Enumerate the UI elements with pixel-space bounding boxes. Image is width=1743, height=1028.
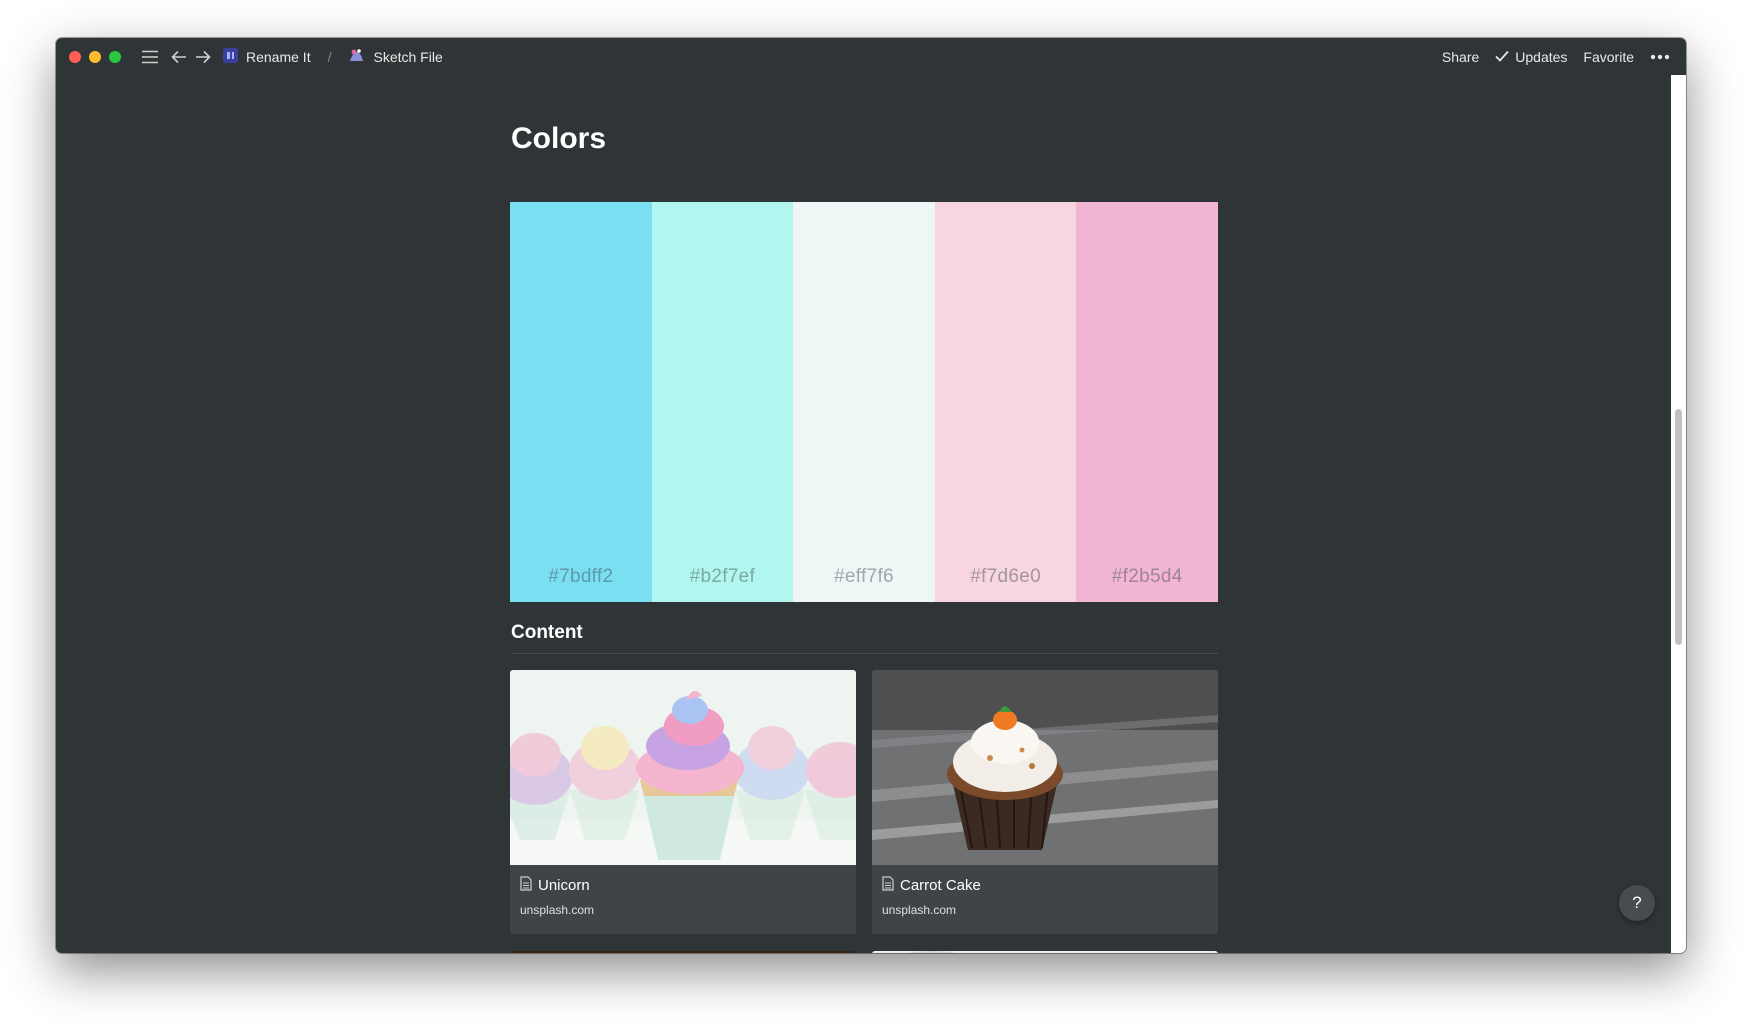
breadcrumb-label: Rename It — [246, 48, 311, 65]
favorite-button[interactable]: Favorite — [1583, 49, 1634, 65]
swatch-hex-label: #f2b5d4 — [1111, 566, 1183, 587]
share-button[interactable]: Share — [1442, 49, 1479, 65]
swatch-hex-label: #7bdff2 — [548, 566, 614, 587]
card-cover-image — [872, 951, 1218, 953]
card-title-label: Unicorn — [538, 877, 590, 894]
maximize-window-button[interactable] — [109, 50, 121, 63]
minimize-window-button[interactable] — [89, 50, 101, 63]
rename-it-app-icon — [223, 47, 238, 66]
vertical-scrollbar[interactable] — [1671, 75, 1686, 953]
window-controls — [69, 50, 121, 63]
color-swatch: #f7d6e0 — [934, 202, 1077, 602]
card-title-label: Carrot Cake — [900, 877, 981, 894]
help-button[interactable]: ? — [1619, 885, 1655, 921]
page-document-icon — [882, 876, 894, 895]
swatch-hex-label: #b2f7ef — [689, 566, 756, 587]
swatch-hex-label: #f7d6e0 — [970, 566, 1041, 587]
color-swatch: #7bdff2 — [510, 202, 652, 602]
back-arrow-icon[interactable] — [171, 50, 187, 64]
card-cover-image — [510, 951, 856, 953]
forward-arrow-icon[interactable] — [195, 50, 211, 64]
breadcrumb-separator: / — [327, 48, 332, 65]
checkmark-icon — [1495, 49, 1509, 65]
sidebar-menu-icon[interactable] — [141, 50, 159, 64]
gallery-card-unicorn[interactable]: Unicorn unsplash.com — [510, 670, 856, 934]
scrollbar-thumb[interactable] — [1675, 409, 1682, 645]
breadcrumb-item-rename-it[interactable]: Rename It — [223, 47, 311, 66]
section-divider — [511, 653, 1218, 654]
swatch-hex-label: #eff7f6 — [834, 566, 894, 587]
color-palette: #7bdff2 #b2f7ef #eff7f6 #f7d6e0 #f2b5d4 — [510, 202, 1218, 602]
close-window-button[interactable] — [69, 50, 81, 63]
color-swatch: #b2f7ef — [651, 202, 794, 602]
updates-label: Updates — [1515, 48, 1568, 65]
page-content: Colors #7bdff2 #b2f7ef #eff7f6 #f7d6e0 #… — [56, 75, 1671, 953]
section-title-content: Content — [511, 622, 583, 643]
color-swatch: #f2b5d4 — [1076, 202, 1218, 602]
updates-button[interactable]: Updates — [1495, 49, 1567, 65]
breadcrumb: Rename It / Sketch File — [223, 47, 443, 66]
more-options-icon[interactable] — [1650, 54, 1670, 60]
card-cover-image — [510, 670, 856, 865]
card-cover-image — [872, 670, 1218, 865]
gallery-card-carrot-cake[interactable]: Carrot Cake unsplash.com — [872, 670, 1218, 934]
card-title: Unicorn — [520, 876, 590, 895]
card-source: unsplash.com — [882, 903, 957, 917]
gallery-card-partial[interactable] — [510, 951, 856, 953]
app-window: Rename It / Sketch File Share Updates Fa… — [56, 38, 1686, 953]
toolbar-actions: Share Updates Favorite — [1442, 49, 1670, 65]
page-document-icon — [520, 876, 532, 895]
sketch-file-icon — [348, 48, 365, 66]
color-swatch: #eff7f6 — [793, 202, 935, 602]
breadcrumb-item-sketch-file[interactable]: Sketch File — [348, 48, 443, 66]
gallery-card-partial[interactable] — [872, 951, 1218, 953]
page-title: Colors — [511, 122, 607, 155]
card-source: unsplash.com — [520, 903, 595, 917]
card-title: Carrot Cake — [882, 876, 981, 895]
breadcrumb-label: Sketch File — [373, 48, 443, 65]
title-bar: Rename It / Sketch File Share Updates Fa… — [56, 38, 1686, 75]
